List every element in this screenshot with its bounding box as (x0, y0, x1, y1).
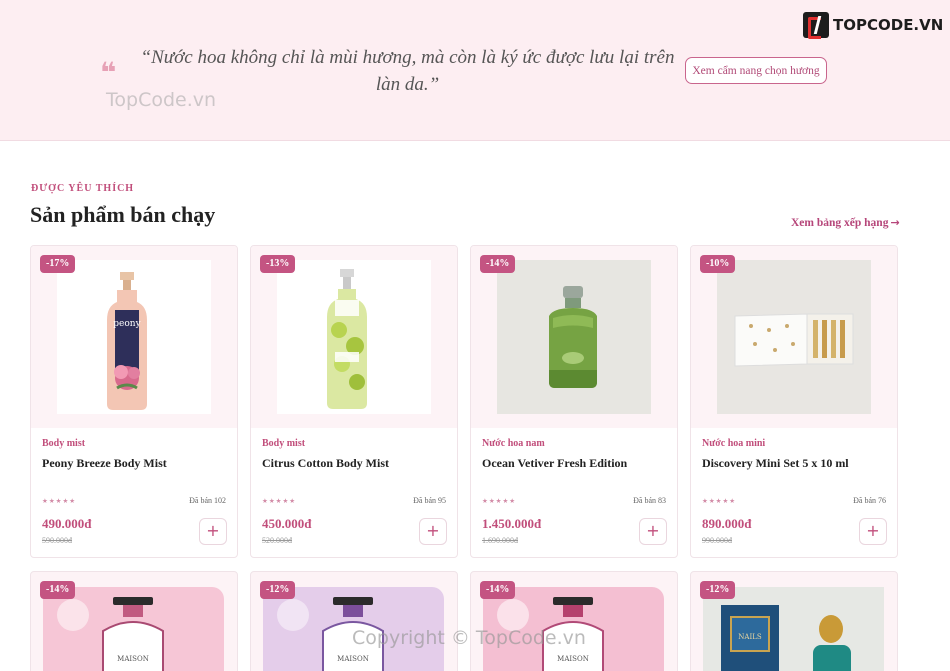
bottle-label: MAISON (557, 655, 589, 663)
brand-logo: TOPCODE.VN (803, 12, 944, 39)
scent-guide-button[interactable]: Xem cẩm nang chọn hương (685, 57, 827, 84)
rating-stars: ★★★★★ (42, 497, 77, 505)
product-name[interactable]: Peony Breeze Body Mist (42, 456, 230, 471)
product-card[interactable]: -14% MAISON (30, 571, 238, 671)
product-card[interactable]: -17% peony Body mist Peony Breeze Body M… (30, 245, 238, 558)
svg-text:peony: peony (113, 319, 141, 329)
discount-badge: -14% (40, 581, 76, 599)
product-card[interactable]: -12% NAILS (690, 571, 898, 671)
quote-banner: ❝ “Nước hoa không chỉ là mùi hương, mà c… (0, 0, 950, 141)
product-name[interactable]: Citrus Cotton Body Mist (262, 456, 450, 471)
product-card[interactable]: -14% MAISON (470, 571, 678, 671)
discount-badge: -10% (700, 255, 736, 273)
product-price: 490.000đ (42, 516, 92, 531)
product-image[interactable]: peony (57, 260, 211, 414)
product-card[interactable]: -10% Nước hoa mini Discovery Mini Set 5 … (690, 245, 898, 558)
product-image[interactable] (277, 260, 431, 414)
product-image-area: -14% (471, 246, 677, 428)
discount-badge: -14% (480, 255, 516, 273)
product-image[interactable] (717, 260, 871, 414)
rating-stars: ★★★★★ (482, 497, 517, 505)
arrow-right-icon: → (890, 216, 900, 229)
original-price: 990.000đ (702, 536, 732, 545)
copyright-watermark: Copyright © TopCode.vn (352, 627, 586, 649)
sold-count: Đã bán 95 (413, 496, 446, 505)
see-ranking-link[interactable]: Xem bảng xếp hạng → (791, 216, 900, 229)
section-eyebrow: ĐƯỢC YÊU THÍCH (31, 183, 135, 194)
brand-name: TOPCODE.VN (833, 16, 944, 34)
product-category: Nước hoa mini (702, 438, 766, 449)
discount-badge: -12% (260, 581, 296, 599)
discount-badge: -13% (260, 255, 296, 273)
sold-count: Đã bán 83 (633, 496, 666, 505)
watermark: TopCode.vn (106, 89, 217, 111)
product-category: Nước hoa nam (482, 438, 545, 449)
sold-count: Đã bán 102 (189, 496, 226, 505)
section-title: Sản phẩm bán chạy (30, 202, 216, 227)
product-image-area: -17% peony (31, 246, 237, 428)
product-category: Body mist (42, 438, 86, 449)
see-ranking-label: Xem bảng xếp hạng (791, 217, 889, 229)
add-to-cart-button[interactable]: + (199, 518, 227, 545)
product-image-area: -13% (251, 246, 457, 428)
bottle-label: NAILS (738, 633, 762, 641)
discount-badge: -17% (40, 255, 76, 273)
product-name[interactable]: Ocean Vetiver Fresh Edition (482, 456, 670, 471)
original-price: 1.690.000đ (482, 536, 518, 545)
product-price: 890.000đ (702, 516, 752, 531)
add-to-cart-button[interactable]: + (419, 518, 447, 545)
product-image[interactable] (497, 260, 651, 414)
discount-badge: -14% (480, 581, 516, 599)
add-to-cart-button[interactable]: + (859, 518, 887, 545)
product-image[interactable]: NAILS (703, 587, 884, 671)
product-name[interactable]: Discovery Mini Set 5 x 10 ml (702, 456, 890, 471)
bottle-label: MAISON (117, 655, 149, 663)
logo-icon (803, 12, 829, 39)
product-image[interactable]: MAISON (43, 587, 224, 671)
discount-badge: -12% (700, 581, 736, 599)
product-card[interactable]: -13% Body mist Citrus Cotton Body Mist ★… (250, 245, 458, 558)
product-card[interactable]: -12% MAISON (250, 571, 458, 671)
rating-stars: ★★★★★ (702, 497, 737, 505)
quote-icon: ❝ (100, 56, 117, 89)
product-category: Body mist (262, 438, 306, 449)
add-to-cart-button[interactable]: + (639, 518, 667, 545)
product-price: 450.000đ (262, 516, 312, 531)
product-card[interactable]: -14% Nước hoa nam Ocean Vetiver Fresh Ed… (470, 245, 678, 558)
sold-count: Đã bán 76 (853, 496, 886, 505)
original-price: 520.000đ (262, 536, 292, 545)
original-price: 590.000đ (42, 536, 72, 545)
product-price: 1.450.000đ (482, 516, 542, 531)
brand-quote: “Nước hoa không chỉ là mùi hương, mà còn… (140, 47, 675, 95)
product-image-area: -10% (691, 246, 897, 428)
rating-stars: ★★★★★ (262, 497, 297, 505)
bottle-label: MAISON (337, 655, 369, 663)
